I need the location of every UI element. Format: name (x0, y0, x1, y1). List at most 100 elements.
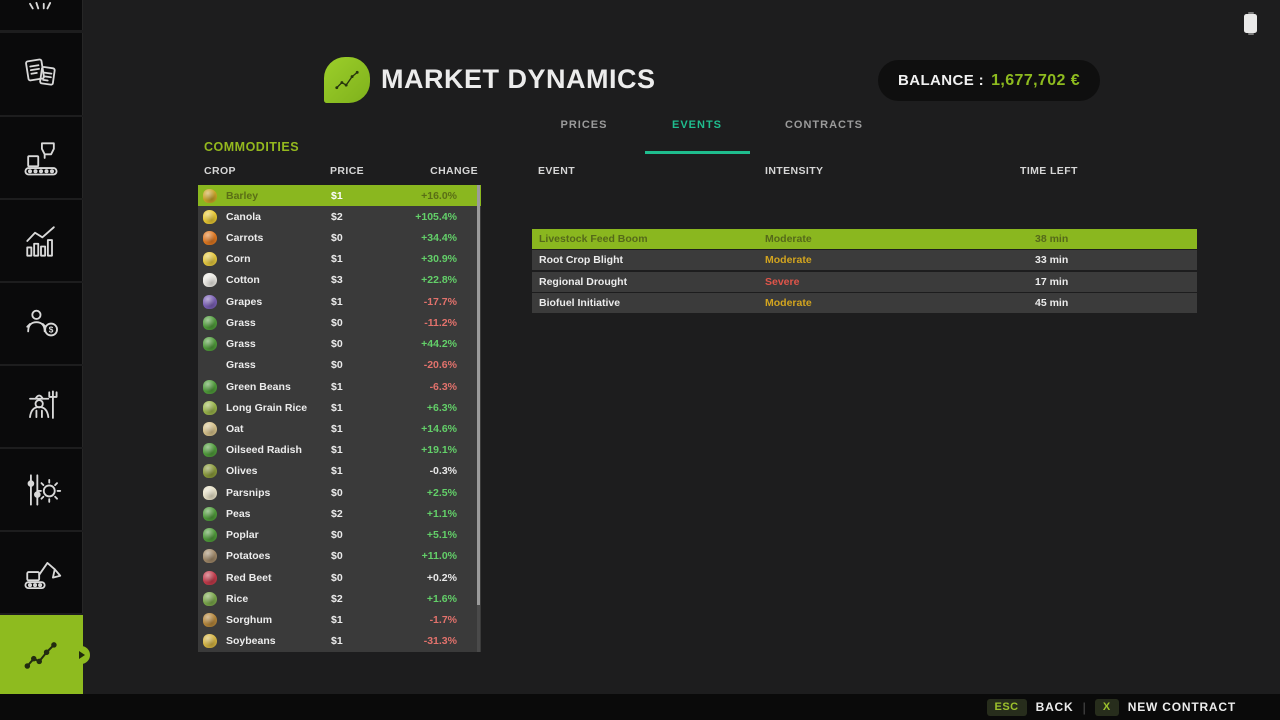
commodity-row[interactable]: Grass $0 -11.2% (198, 312, 481, 333)
crop-change: +16.0% (421, 190, 457, 202)
crop-name: Rice (226, 593, 248, 605)
crop-change: +22.8% (421, 274, 457, 286)
commodity-row[interactable]: Long Grain Rice $1 +6.3% (198, 397, 481, 418)
crop-price: $1 (331, 402, 343, 414)
commodity-row[interactable]: Potatoes $0 +11.0% (198, 546, 481, 567)
crop-change: +5.1% (427, 529, 457, 541)
crop-price: $2 (331, 211, 343, 223)
oilseed-radish-icon (203, 443, 217, 457)
crop-price: $1 (331, 614, 343, 626)
commodity-row[interactable]: Carrots $0 +34.4% (198, 227, 481, 248)
scrollbar-thumb[interactable] (477, 185, 481, 605)
balance-display: BALANCE : 1,677,702 € (878, 60, 1100, 101)
crop-price: $1 (331, 465, 343, 477)
column-header-intensity: INTENSITY (765, 165, 823, 177)
commodity-row[interactable]: Poplar $0 +5.1% (198, 525, 481, 546)
sidebar-item-farmer[interactable] (0, 366, 83, 447)
crop-change: +19.1% (421, 444, 457, 456)
commodity-row[interactable]: Oilseed Radish $1 +19.1% (198, 440, 481, 461)
commodity-row[interactable]: Parsnips $0 +2.5% (198, 482, 481, 503)
event-row[interactable]: Regional Drought Severe 17 min (532, 272, 1197, 292)
column-header-event: EVENT (538, 165, 575, 177)
event-time-left: 17 min (1035, 276, 1068, 288)
sidebar-item-documents[interactable] (0, 33, 83, 115)
soybeans-icon (203, 634, 217, 648)
crop-name: Peas (226, 508, 251, 520)
crop-name: Sorghum (226, 614, 272, 626)
market-leaf-logo-icon (324, 57, 370, 103)
commodity-row[interactable]: Cotton $3 +22.8% (198, 270, 481, 291)
new-contract-button[interactable]: NEW CONTRACT (1128, 700, 1236, 714)
battery-icon (1244, 14, 1257, 33)
sidebar-item-statistics[interactable] (0, 200, 83, 281)
crop-name: Soybeans (226, 635, 276, 647)
crop-change: +1.1% (427, 508, 457, 520)
peas-icon (203, 507, 217, 521)
sidebar-item-machine-settings[interactable] (0, 449, 83, 530)
sidebar-item-production-line[interactable] (0, 117, 83, 198)
crop-name: Oilseed Radish (226, 444, 302, 456)
commodity-row[interactable]: Oat $1 +14.6% (198, 418, 481, 439)
crop-name: Red Beet (226, 572, 272, 584)
crop-name: Poplar (226, 529, 259, 541)
esc-key-badge[interactable]: ESC (987, 699, 1027, 716)
sidebar-item-excavator[interactable] (0, 532, 83, 613)
tab-contracts[interactable]: CONTRACTS (785, 119, 863, 131)
commodity-row[interactable]: Canola $2 +105.4% (198, 206, 481, 227)
commodity-row[interactable]: Grapes $1 -17.7% (198, 291, 481, 312)
crop-price: $1 (331, 423, 343, 435)
active-tab-underline (645, 151, 750, 154)
grapes-icon (203, 295, 217, 309)
crop-name: Corn (226, 253, 251, 265)
potato-icon (203, 549, 217, 563)
crop-name: Potatoes (226, 550, 270, 562)
crop-change: +1.6% (427, 593, 457, 605)
x-key-badge[interactable]: X (1095, 699, 1119, 716)
crop-change: +0.2% (427, 572, 457, 584)
crop-change: -20.6% (424, 359, 457, 371)
crop-name: Cotton (226, 274, 260, 286)
commodity-row[interactable]: Grass $0 +44.2% (198, 334, 481, 355)
event-time-left: 33 min (1035, 254, 1068, 266)
commodities-list: Barley $1 +16.0% Canola $2 +105.4% Carro… (198, 185, 481, 652)
crop-price: $3 (331, 274, 343, 286)
crop-price: $1 (331, 444, 343, 456)
back-button[interactable]: BACK (1036, 700, 1074, 714)
red-beet-icon (203, 571, 217, 585)
crop-price: $1 (331, 253, 343, 265)
commodity-row[interactable]: Green Beans $1 -6.3% (198, 376, 481, 397)
crop-price: $0 (331, 338, 343, 350)
event-row[interactable]: Biofuel Initiative Moderate 45 min (532, 293, 1197, 313)
commodity-row[interactable]: Rice $2 +1.6% (198, 588, 481, 609)
partial-icon (19, 0, 63, 26)
tab-prices[interactable]: PRICES (561, 119, 608, 131)
crop-name: Grass (226, 338, 256, 350)
event-name: Root Crop Blight (539, 254, 623, 266)
commodity-row[interactable]: Corn $1 +30.9% (198, 249, 481, 270)
finances-icon: $ (19, 302, 63, 346)
crop-change: +11.0% (422, 550, 457, 562)
event-intensity: Moderate (765, 254, 812, 266)
commodity-row[interactable]: Red Beet $0 +0.2% (198, 567, 481, 588)
event-row[interactable]: Livestock Feed Boom Moderate 38 min (532, 229, 1197, 249)
commodity-row[interactable]: Grass $0 -20.6% (198, 355, 481, 376)
event-time-left: 38 min (1035, 233, 1068, 245)
commodity-row[interactable]: Barley $1 +16.0% (198, 185, 481, 206)
commodity-row[interactable]: Sorghum $1 -1.7% (198, 609, 481, 630)
crop-price: $0 (331, 317, 343, 329)
tab-events[interactable]: EVENTS (672, 119, 722, 131)
statistics-icon (19, 219, 63, 263)
canola-icon (203, 210, 217, 224)
sidebar-item-partial[interactable] (0, 0, 83, 30)
event-row[interactable]: Root Crop Blight Moderate 33 min (532, 250, 1197, 270)
crop-price: $2 (331, 508, 343, 520)
commodity-row[interactable]: Soybeans $1 -31.3% (198, 631, 481, 652)
page-title: MARKET DYNAMICS (381, 64, 656, 95)
sidebar-item-finances[interactable]: $ (0, 283, 83, 364)
commodity-row[interactable]: Olives $1 -0.3% (198, 461, 481, 482)
commodity-row[interactable]: Peas $2 +1.1% (198, 503, 481, 524)
crop-name: Oat (226, 423, 244, 435)
sidebar-item-market-trend[interactable] (0, 615, 83, 694)
sorghum-icon (203, 613, 217, 627)
crop-change: +44.2% (421, 338, 457, 350)
